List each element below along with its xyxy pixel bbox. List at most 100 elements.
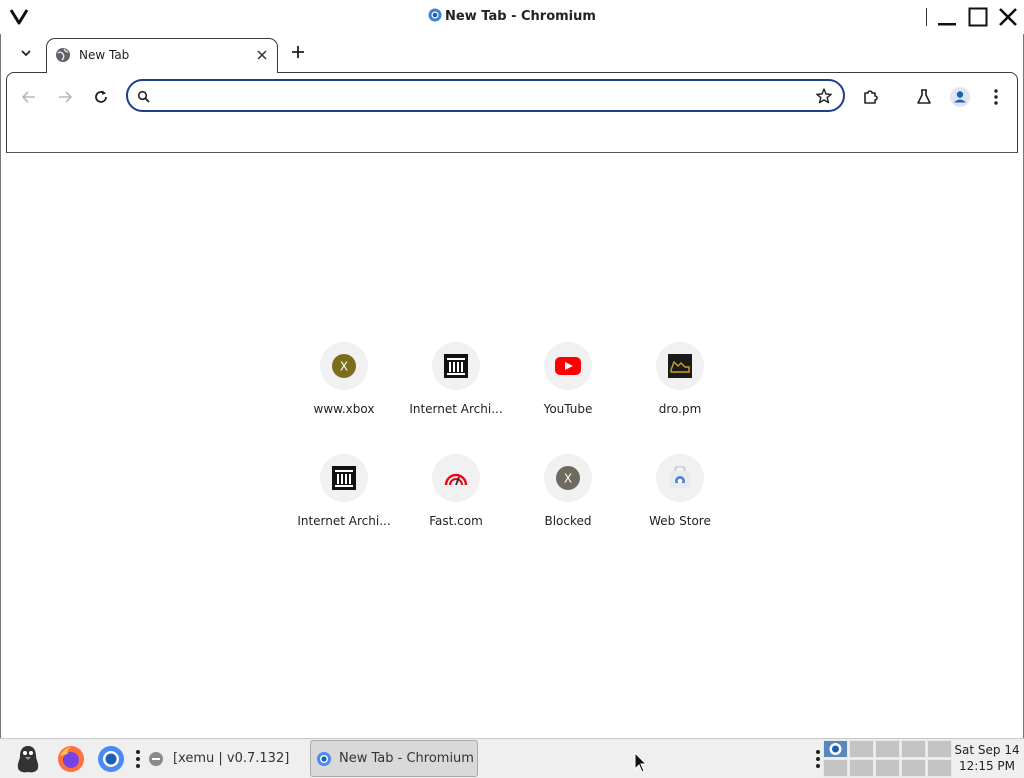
window-title-text: New Tab - Chromium bbox=[445, 9, 596, 24]
xemu-app-icon bbox=[149, 751, 163, 766]
workspace-9[interactable] bbox=[901, 759, 926, 777]
browser-toolbar bbox=[6, 72, 1018, 153]
shortcut-label: dro.pm bbox=[658, 402, 702, 416]
taskbar-task-label: New Tab - Chromium bbox=[339, 751, 474, 766]
internet-archive-icon bbox=[444, 354, 468, 378]
tab-close-icon[interactable] bbox=[253, 46, 271, 64]
workspace-pager[interactable] bbox=[823, 740, 953, 778]
tab-strip: New Tab bbox=[0, 34, 1024, 73]
puzzle-piece-icon bbox=[864, 90, 878, 104]
taskbar-task-chromium[interactable]: New Tab - Chromium bbox=[310, 740, 478, 777]
window-title: New Tab - Chromium bbox=[0, 8, 1024, 24]
tab-title: New Tab bbox=[79, 48, 130, 62]
xbox-letter-icon: X bbox=[332, 354, 356, 378]
tab-search-button[interactable] bbox=[14, 41, 38, 65]
penguin-icon bbox=[17, 746, 39, 773]
shortcut-tile[interactable]: X www.xbox bbox=[288, 338, 400, 442]
app-menu-button[interactable] bbox=[12, 743, 44, 775]
globe-icon bbox=[55, 47, 71, 63]
flask-icon bbox=[917, 89, 931, 104]
chromium-icon bbox=[98, 746, 124, 772]
new-tab-button[interactable] bbox=[286, 40, 310, 64]
shortcut-label: Internet Archi... bbox=[297, 514, 391, 528]
workspace-3[interactable] bbox=[875, 740, 900, 758]
taskbar-task-label: [xemu | v0.7.132] bbox=[173, 751, 290, 766]
shortcut-icon-bg bbox=[432, 454, 480, 502]
shortcut-icon-bg: X bbox=[320, 342, 368, 390]
shortcut-tile[interactable]: Internet Archi... bbox=[400, 338, 512, 442]
firefox-icon bbox=[58, 746, 84, 772]
workspace-1-active[interactable] bbox=[823, 740, 848, 758]
chrome-menu-button[interactable] bbox=[982, 83, 1010, 111]
search-icon bbox=[137, 89, 151, 103]
shortcut-label: Fast.com bbox=[429, 514, 483, 528]
shortcut-tile[interactable]: Internet Archi... bbox=[288, 450, 400, 554]
close-window-button[interactable] bbox=[996, 5, 1020, 29]
shortcut-label: Blocked bbox=[544, 514, 592, 528]
chromium-logo-icon bbox=[428, 8, 442, 22]
workspace-5[interactable] bbox=[927, 740, 952, 758]
chromium-icon bbox=[829, 743, 842, 755]
youtube-icon bbox=[555, 357, 581, 375]
taskbar-task-xemu[interactable]: [xemu | v0.7.132] bbox=[146, 740, 306, 777]
active-tab-join bbox=[47, 71, 277, 74]
shortcut-tile[interactable]: Web Store bbox=[624, 450, 736, 554]
internet-archive-icon bbox=[332, 466, 356, 490]
extensions-button[interactable] bbox=[857, 83, 885, 111]
avatar-icon bbox=[950, 87, 970, 107]
svg-text:X: X bbox=[564, 472, 572, 486]
shortcut-tile[interactable]: dro.pm bbox=[624, 338, 736, 442]
shortcut-icon-bg bbox=[432, 342, 480, 390]
shortcut-tile[interactable]: YouTube bbox=[512, 338, 624, 442]
shortcut-icon-bg bbox=[656, 342, 704, 390]
chromium-launcher[interactable] bbox=[95, 743, 127, 775]
reload-button[interactable] bbox=[87, 83, 115, 111]
workspace-2[interactable] bbox=[849, 740, 874, 758]
shortcut-icon-bg bbox=[656, 454, 704, 502]
pager-grip[interactable] bbox=[815, 749, 821, 769]
shortcut-icon-bg bbox=[320, 454, 368, 502]
shortcut-label: www.xbox bbox=[313, 402, 375, 416]
titlebar-separator bbox=[926, 8, 927, 26]
minimize-button[interactable] bbox=[935, 5, 959, 29]
taskbar-clock[interactable]: Sat Sep 14 12:15 PM bbox=[954, 742, 1020, 774]
workspace-4[interactable] bbox=[901, 740, 926, 758]
chromium-icon bbox=[317, 751, 331, 766]
maximize-button[interactable] bbox=[966, 5, 990, 29]
web-store-icon bbox=[670, 466, 690, 488]
shortcut-tile[interactable]: X Blocked bbox=[512, 450, 624, 554]
profile-button[interactable] bbox=[946, 83, 974, 111]
shortcut-icon-bg bbox=[544, 342, 592, 390]
mouse-cursor-icon bbox=[634, 751, 648, 774]
launcher-separator-grip[interactable] bbox=[135, 749, 141, 769]
svg-text:X: X bbox=[340, 360, 348, 374]
workspace-8[interactable] bbox=[875, 759, 900, 777]
back-button[interactable] bbox=[15, 83, 43, 111]
window-frame-left bbox=[0, 0, 1, 738]
forward-arrow-icon bbox=[59, 91, 73, 103]
shortcut-icon-bg: X bbox=[544, 454, 592, 502]
address-bar[interactable] bbox=[126, 79, 845, 112]
taskbar: [xemu | v0.7.132] New Tab - Chromium Sat… bbox=[0, 738, 1024, 778]
kebab-menu-icon bbox=[994, 89, 998, 105]
window-titlebar[interactable]: New Tab - Chromium bbox=[0, 0, 1024, 34]
labs-button[interactable] bbox=[910, 83, 938, 111]
address-input[interactable] bbox=[158, 84, 798, 108]
bookmark-star-icon[interactable] bbox=[815, 87, 833, 105]
plus-icon bbox=[292, 46, 304, 58]
tab-new-tab[interactable]: New Tab bbox=[46, 38, 278, 73]
dro-pm-icon bbox=[668, 354, 692, 378]
workspace-7[interactable] bbox=[849, 759, 874, 777]
blocked-letter-icon: X bbox=[556, 466, 580, 490]
shortcut-label: YouTube bbox=[543, 402, 593, 416]
forward-button[interactable] bbox=[51, 83, 79, 111]
workspace-6[interactable] bbox=[823, 759, 848, 777]
shortcut-label: Internet Archi... bbox=[409, 402, 503, 416]
workspace-10[interactable] bbox=[927, 759, 952, 777]
firefox-launcher[interactable] bbox=[55, 743, 87, 775]
clock-time: 12:15 PM bbox=[959, 759, 1015, 773]
reload-icon bbox=[95, 90, 107, 103]
shortcut-tile[interactable]: Fast.com bbox=[400, 450, 512, 554]
clock-date: Sat Sep 14 bbox=[954, 743, 1020, 757]
chevron-down-icon bbox=[21, 50, 31, 57]
